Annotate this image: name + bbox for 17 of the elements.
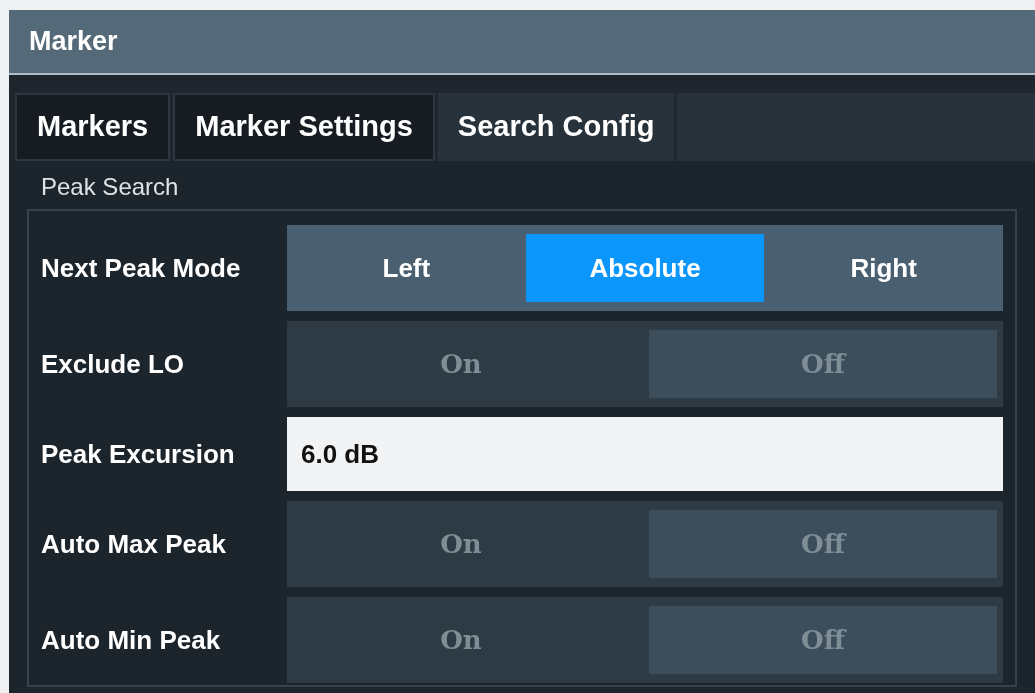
mode-option[interactable]: Absolute (525, 234, 765, 302)
row-label: Exclude LO (40, 347, 186, 381)
input-field[interactable]: 6.0 dB (287, 417, 1003, 491)
toggle-option[interactable]: Off (649, 510, 997, 578)
row-label: Peak Excursion (40, 437, 236, 471)
mode-option[interactable]: Left (287, 234, 526, 302)
tab[interactable]: Markers (15, 93, 171, 161)
row-label: Next Peak Mode (40, 251, 242, 285)
toggle-option[interactable]: Off (649, 606, 997, 674)
row-label: Auto Min Peak (40, 623, 222, 657)
row-label: Auto Max Peak (40, 527, 227, 561)
window-title: Marker (29, 25, 118, 59)
tab[interactable]: Search Config (437, 93, 675, 161)
mode-option[interactable]: Right (764, 234, 1003, 302)
tab[interactable]: Marker Settings (173, 93, 435, 161)
group-title: Peak Search (40, 172, 180, 202)
toggle-option[interactable]: Off (649, 330, 997, 398)
